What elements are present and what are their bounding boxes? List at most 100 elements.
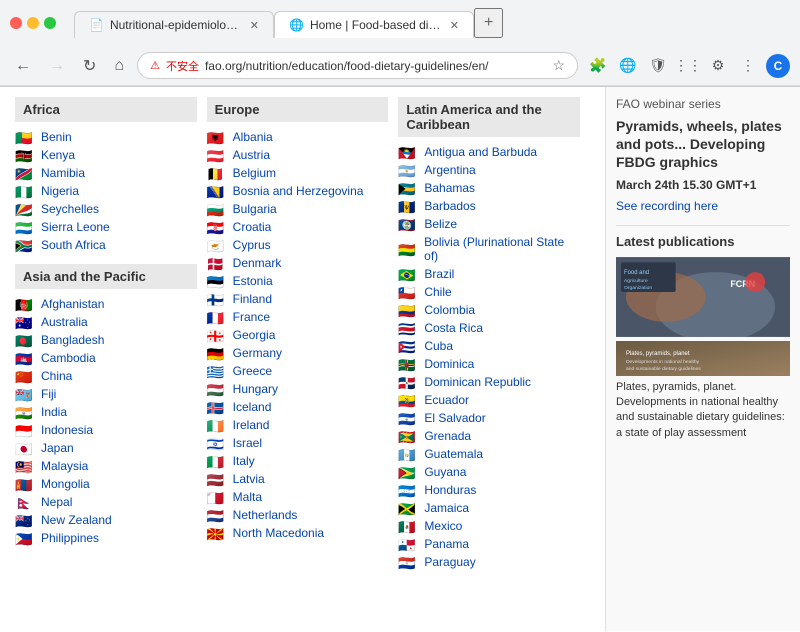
- country-kenya[interactable]: 🇰🇪Kenya: [15, 146, 197, 164]
- flag-brazil: 🇧🇷: [398, 268, 418, 281]
- country-seychelles[interactable]: 🇸🇨Seychelles: [15, 200, 197, 218]
- country-ecuador[interactable]: 🇪🇨Ecuador: [398, 391, 580, 409]
- browser-chrome: 📄 Nutritional-epidemiologic-onto... ✕ 🌐 …: [0, 0, 800, 87]
- country-argentina[interactable]: 🇦🇷Argentina: [398, 161, 580, 179]
- country-barbados[interactable]: 🇧🇧Barbados: [398, 197, 580, 215]
- country-greece[interactable]: 🇬🇷Greece: [207, 362, 389, 380]
- country-ireland[interactable]: 🇮🇪Ireland: [207, 416, 389, 434]
- country-cuba[interactable]: 🇨🇺Cuba: [398, 337, 580, 355]
- country-costa-rica[interactable]: 🇨🇷Costa Rica: [398, 319, 580, 337]
- country-cyprus[interactable]: 🇨🇾Cyprus: [207, 236, 389, 254]
- close-button[interactable]: [10, 17, 22, 29]
- flag-albania: 🇦🇱: [207, 131, 227, 144]
- country-nigeria[interactable]: 🇳🇬Nigeria: [15, 182, 197, 200]
- country-finland[interactable]: 🇫🇮Finland: [207, 290, 389, 308]
- country-japan[interactable]: 🇯🇵Japan: [15, 439, 197, 457]
- country-estonia[interactable]: 🇪🇪Estonia: [207, 272, 389, 290]
- svg-text:Food and: Food and: [624, 270, 649, 276]
- country-france[interactable]: 🇫🇷France: [207, 308, 389, 326]
- country-mongolia[interactable]: 🇲🇳Mongolia: [15, 475, 197, 493]
- country-cambodia[interactable]: 🇰🇭Cambodia: [15, 349, 197, 367]
- home-button[interactable]: ⌂: [109, 55, 129, 77]
- flag-antigua: 🇦🇬: [398, 146, 418, 159]
- tab-label-active: Home | Food-based dietary gu...: [310, 18, 444, 32]
- country-honduras[interactable]: 🇭🇳Honduras: [398, 481, 580, 499]
- country-nepal[interactable]: 🇳🇵Nepal: [15, 493, 197, 511]
- maximize-button[interactable]: [44, 17, 56, 29]
- country-dominican-republic[interactable]: 🇩🇴Dominican Republic: [398, 373, 580, 391]
- country-afghanistan[interactable]: 🇦🇫Afghanistan: [15, 295, 197, 313]
- menu-icon[interactable]: ⋮: [736, 54, 760, 78]
- shield-icon[interactable]: 🛡: [646, 54, 670, 78]
- country-paraguay[interactable]: 🇵🇾Paraguay: [398, 553, 580, 571]
- extensions-icon[interactable]: 🧩: [586, 54, 610, 78]
- flag-belgium: 🇧🇪: [207, 167, 227, 180]
- country-belize[interactable]: 🇧🇿Belize: [398, 215, 580, 233]
- tab-close-icon-active[interactable]: ✕: [450, 19, 459, 32]
- country-guatemala[interactable]: 🇬🇹Guatemala: [398, 445, 580, 463]
- profile-button[interactable]: C: [766, 54, 790, 78]
- country-israel[interactable]: 🇮🇱Israel: [207, 434, 389, 452]
- country-indonesia[interactable]: 🇮🇩Indonesia: [15, 421, 197, 439]
- country-india[interactable]: 🇮🇳India: [15, 403, 197, 421]
- country-new-zealand[interactable]: 🇳🇿New Zealand: [15, 511, 197, 529]
- country-malaysia[interactable]: 🇲🇾Malaysia: [15, 457, 197, 475]
- country-belgium[interactable]: 🇧🇪Belgium: [207, 164, 389, 182]
- svg-text:Organization: Organization: [624, 285, 652, 291]
- flag-guyana: 🇬🇾: [398, 466, 418, 479]
- bookmark-icon[interactable]: ☆: [552, 57, 565, 74]
- tab-nutritional[interactable]: 📄 Nutritional-epidemiologic-onto... ✕: [74, 11, 274, 38]
- country-philippines[interactable]: 🇵🇭Philippines: [15, 529, 197, 547]
- country-hungary[interactable]: 🇭🇺Hungary: [207, 380, 389, 398]
- country-bolivia[interactable]: 🇧🇴Bolivia (Plurinational State of): [398, 233, 580, 265]
- country-albania[interactable]: 🇦🇱Albania: [207, 128, 389, 146]
- country-el-salvador[interactable]: 🇸🇻El Salvador: [398, 409, 580, 427]
- country-austria[interactable]: 🇦🇹Austria: [207, 146, 389, 164]
- country-sierra-leone[interactable]: 🇸🇱Sierra Leone: [15, 218, 197, 236]
- country-grenada[interactable]: 🇬🇩Grenada: [398, 427, 580, 445]
- country-dominica[interactable]: 🇩🇲Dominica: [398, 355, 580, 373]
- country-chile[interactable]: 🇨🇱Chile: [398, 283, 580, 301]
- country-germany[interactable]: 🇩🇪Germany: [207, 344, 389, 362]
- webinar-recording-link[interactable]: See recording here: [616, 199, 718, 213]
- country-benin[interactable]: 🇧🇯Benin: [15, 128, 197, 146]
- country-denmark[interactable]: 🇩🇰Denmark: [207, 254, 389, 272]
- country-bangladesh[interactable]: 🇧🇩Bangladesh: [15, 331, 197, 349]
- forward-button[interactable]: →: [44, 55, 70, 77]
- new-tab-button[interactable]: +: [474, 8, 503, 38]
- reload-button[interactable]: ↻: [78, 54, 101, 78]
- translate-icon[interactable]: 🌐: [616, 54, 640, 78]
- country-bahamas[interactable]: 🇧🇸Bahamas: [398, 179, 580, 197]
- country-italy[interactable]: 🇮🇹Italy: [207, 452, 389, 470]
- settings-icon[interactable]: ⚙: [706, 54, 730, 78]
- country-netherlands[interactable]: 🇳🇱Netherlands: [207, 506, 389, 524]
- country-bosnia[interactable]: 🇧🇦Bosnia and Herzegovina: [207, 182, 389, 200]
- country-brazil[interactable]: 🇧🇷Brazil: [398, 265, 580, 283]
- country-namibia[interactable]: 🇳🇦Namibia: [15, 164, 197, 182]
- country-georgia[interactable]: 🇬🇪Georgia: [207, 326, 389, 344]
- flag-germany: 🇩🇪: [207, 347, 227, 360]
- country-malta[interactable]: 🇲🇹Malta: [207, 488, 389, 506]
- tab-close-icon[interactable]: ✕: [250, 19, 259, 32]
- country-latvia[interactable]: 🇱🇻Latvia: [207, 470, 389, 488]
- country-colombia[interactable]: 🇨🇴Colombia: [398, 301, 580, 319]
- country-south-africa[interactable]: 🇿🇦South Africa: [15, 236, 197, 254]
- country-china[interactable]: 🇨🇳China: [15, 367, 197, 385]
- country-bulgaria[interactable]: 🇧🇬Bulgaria: [207, 200, 389, 218]
- country-guyana[interactable]: 🇬🇾Guyana: [398, 463, 580, 481]
- country-antigua[interactable]: 🇦🇬Antigua and Barbuda: [398, 143, 580, 161]
- country-panama[interactable]: 🇵🇦Panama: [398, 535, 580, 553]
- apps-icon[interactable]: ⋮⋮: [676, 54, 700, 78]
- publications-heading: Latest publications: [616, 234, 790, 249]
- country-jamaica[interactable]: 🇯🇲Jamaica: [398, 499, 580, 517]
- minimize-button[interactable]: [27, 17, 39, 29]
- country-australia[interactable]: 🇦🇺Australia: [15, 313, 197, 331]
- country-fiji[interactable]: 🇫🇯Fiji: [15, 385, 197, 403]
- country-iceland[interactable]: 🇮🇸Iceland: [207, 398, 389, 416]
- country-mexico[interactable]: 🇲🇽Mexico: [398, 517, 580, 535]
- country-croatia[interactable]: 🇭🇷Croatia: [207, 218, 389, 236]
- back-button[interactable]: ←: [10, 55, 36, 77]
- address-bar[interactable]: ⚠ 不安全 fao.org/nutrition/education/food-d…: [137, 52, 578, 79]
- country-north-macedonia[interactable]: 🇲🇰North Macedonia: [207, 524, 389, 542]
- tab-fao[interactable]: 🌐 Home | Food-based dietary gu... ✕: [274, 11, 474, 38]
